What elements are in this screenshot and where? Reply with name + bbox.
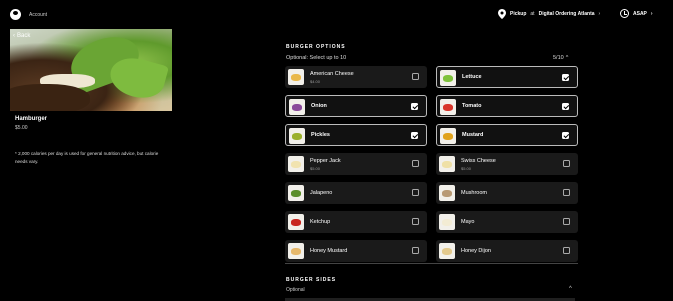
option-tile[interactable]: Mushroom xyxy=(436,182,578,204)
option-checkbox[interactable] xyxy=(412,73,419,80)
chevron-up-icon: ^ xyxy=(565,55,569,61)
pickup-location: Digital Ordering Atlanta xyxy=(538,11,595,17)
back-label: Back xyxy=(17,33,31,39)
option-label: American Cheese xyxy=(310,71,354,77)
account-icon xyxy=(10,9,21,20)
option-tile[interactable]: Honey Mustard xyxy=(285,240,427,262)
option-checkbox[interactable] xyxy=(412,218,419,225)
options-section-title: BURGER OPTIONS xyxy=(286,44,346,50)
option-label: Lettuce xyxy=(462,74,482,80)
option-price: $5.00 xyxy=(461,166,472,171)
option-label: Honey Dijon xyxy=(461,248,491,254)
option-checkbox[interactable] xyxy=(562,74,569,81)
option-checkbox[interactable] xyxy=(563,247,570,254)
option-thumbnail xyxy=(288,243,304,259)
item-hero-image xyxy=(10,29,172,111)
option-thumbnail xyxy=(288,156,304,172)
option-tile[interactable]: Pickles xyxy=(285,124,427,146)
option-label: Jalapeno xyxy=(310,190,333,196)
option-thumbnail xyxy=(440,99,456,115)
clock-icon xyxy=(620,9,629,18)
option-tile[interactable]: American Cheese $4.00 xyxy=(285,66,427,88)
option-label: Swiss Cheese xyxy=(461,158,496,164)
option-label: Tomato xyxy=(462,103,482,109)
option-tile[interactable]: Onion xyxy=(285,95,427,117)
pickup-at: at xyxy=(530,11,535,17)
option-tile[interactable]: Jalapeno xyxy=(285,182,427,204)
option-thumbnail xyxy=(439,156,455,172)
option-thumbnail xyxy=(440,70,456,86)
back-button[interactable]: ‹ Back xyxy=(13,33,30,39)
pickup-location-button[interactable]: Pickup at Digital Ordering Atlanta › xyxy=(498,9,600,19)
app-frame: Account Pickup at Digital Ordering Atlan… xyxy=(0,0,673,301)
option-thumbnail xyxy=(288,214,304,230)
option-checkbox[interactable] xyxy=(412,189,419,196)
option-label: Mushroom xyxy=(461,190,487,196)
asap-label: ASAP xyxy=(633,10,647,17)
option-label: Ketchup xyxy=(310,219,331,225)
option-price: $5.00 xyxy=(310,166,321,171)
option-tile[interactable]: Lettuce xyxy=(436,66,578,88)
asap-time-button[interactable]: ASAP › xyxy=(620,9,653,18)
account-label: Account xyxy=(29,11,48,18)
option-checkbox[interactable] xyxy=(563,218,570,225)
sides-section-title: BURGER SIDES xyxy=(286,277,337,283)
option-thumbnail xyxy=(439,214,455,230)
options-collapse-toggle[interactable]: 5/10 ^ xyxy=(553,55,568,61)
item-price: $5.00 xyxy=(15,125,28,131)
sides-section-subtitle: Optional xyxy=(286,287,305,293)
back-chevron-icon: ‹ xyxy=(13,33,15,39)
option-thumbnail xyxy=(440,128,456,144)
pickup-prefix: Pickup xyxy=(510,11,527,17)
option-thumbnail xyxy=(439,243,455,259)
option-label: Onion xyxy=(311,103,327,109)
option-checkbox[interactable] xyxy=(411,132,418,139)
option-thumbnail xyxy=(289,99,305,115)
top-bar: Account Pickup at Digital Ordering Atlan… xyxy=(0,0,673,28)
asap-chevron-icon: › xyxy=(650,10,653,17)
option-checkbox[interactable] xyxy=(562,132,569,139)
option-checkbox[interactable] xyxy=(411,103,418,110)
option-thumbnail xyxy=(289,128,305,144)
option-tile[interactable]: Ketchup xyxy=(285,211,427,233)
calorie-note: * 2,000 calories per day is used for gen… xyxy=(15,151,159,164)
sides-chevron-up-icon[interactable]: ^ xyxy=(569,286,572,292)
option-thumbnail xyxy=(288,69,304,85)
option-checkbox[interactable] xyxy=(412,160,419,167)
option-checkbox[interactable] xyxy=(563,189,570,196)
option-label: Pickles xyxy=(311,132,330,138)
section-divider xyxy=(285,263,578,264)
option-label: Pepper Jack xyxy=(310,158,341,164)
option-label: Honey Mustard xyxy=(310,248,348,254)
item-name: Hamburger xyxy=(15,116,48,122)
location-pin-icon xyxy=(498,9,506,19)
options-section-subtitle: Optional: Select up to 10 xyxy=(286,55,347,61)
option-tile[interactable]: Swiss Cheese $5.00 xyxy=(436,153,578,175)
account-button[interactable]: Account xyxy=(10,9,47,20)
option-tile[interactable]: Honey Dijon xyxy=(436,240,578,262)
option-thumbnail xyxy=(439,185,455,201)
option-checkbox[interactable] xyxy=(562,103,569,110)
option-tile[interactable]: Mayo xyxy=(436,211,578,233)
pickup-chevron-icon: › xyxy=(598,11,601,17)
option-label: Mayo xyxy=(461,219,475,225)
option-tile[interactable]: Pepper Jack $5.00 xyxy=(285,153,427,175)
option-tile[interactable]: Tomato xyxy=(436,95,578,117)
option-checkbox[interactable] xyxy=(563,160,570,167)
option-checkbox[interactable] xyxy=(412,247,419,254)
option-tile[interactable]: Mustard xyxy=(436,124,578,146)
options-count: 5/10 xyxy=(553,55,564,61)
option-label: Mustard xyxy=(462,132,484,138)
option-price: $4.00 xyxy=(310,79,321,84)
option-thumbnail xyxy=(288,185,304,201)
